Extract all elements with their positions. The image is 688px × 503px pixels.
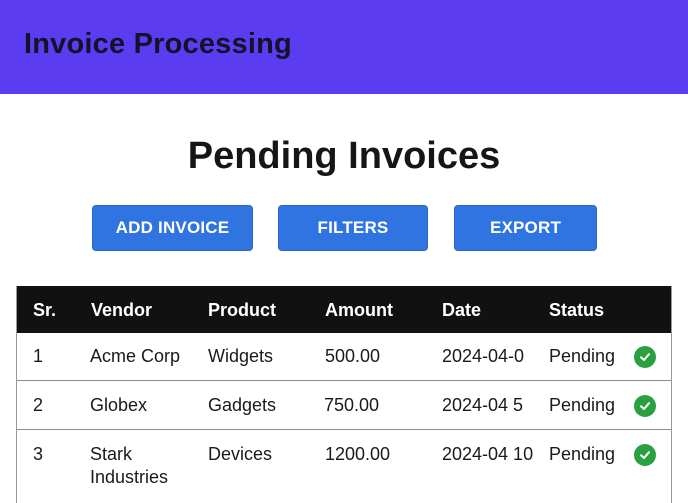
cell-amount: 750.00 [324, 395, 380, 415]
check-circle-icon [634, 444, 656, 466]
export-button[interactable]: EXPORT [454, 205, 597, 251]
cell-sr: 1 [33, 346, 44, 366]
filters-button[interactable]: FILTERS [278, 205, 428, 251]
add-invoice-button[interactable]: ADD INVOICE [92, 205, 253, 251]
column-header-vendor[interactable]: Vendor [91, 300, 152, 321]
cell-vendor: Globex [90, 395, 148, 415]
cell-vendor: Acme Corp [90, 346, 181, 366]
check-circle-icon [634, 346, 656, 368]
invoice-table: Sr. Vendor Product Amount Date Status 1 … [16, 286, 672, 503]
column-header-amount[interactable]: Amount [325, 300, 393, 321]
table-row[interactable]: 2 Globex Gadgets 750.00 2024-04 5 Pendin… [17, 382, 671, 430]
column-header-sr[interactable]: Sr. [33, 300, 56, 321]
column-header-product[interactable]: Product [208, 300, 276, 321]
table-row[interactable]: 1 Acme Corp Widgets 500.00 2024-04-0 Pen… [17, 333, 671, 381]
cell-sr: 2 [33, 395, 44, 415]
cell-sr: 3 [33, 444, 44, 464]
table-header: Sr. Vendor Product Amount Date Status [17, 286, 671, 333]
cell-date: 2024-04 5 [442, 395, 524, 415]
cell-date: 2024-04-0 [442, 346, 525, 366]
check-circle-icon [634, 395, 656, 417]
cell-vendor: Stark Industries [90, 444, 169, 487]
column-header-date[interactable]: Date [442, 300, 481, 321]
table-row[interactable]: 3 Stark Industries Devices 1200.00 2024-… [17, 431, 671, 503]
app-title: Invoice Processing [24, 28, 292, 60]
cell-amount: 500.00 [325, 346, 381, 366]
cell-status: Pending [549, 444, 616, 464]
cell-amount: 1200.00 [325, 444, 391, 464]
cell-date: 2024-04 10 [442, 444, 534, 464]
cell-product: Gadgets [208, 395, 277, 415]
cell-status: Pending [549, 346, 616, 366]
cell-product: Devices [208, 444, 273, 464]
column-header-status[interactable]: Status [549, 300, 604, 321]
page-title: Pending Invoices [187, 135, 501, 177]
cell-product: Widgets [208, 346, 274, 366]
app-header: Invoice Processing [0, 0, 688, 94]
cell-status: Pending [549, 395, 616, 415]
